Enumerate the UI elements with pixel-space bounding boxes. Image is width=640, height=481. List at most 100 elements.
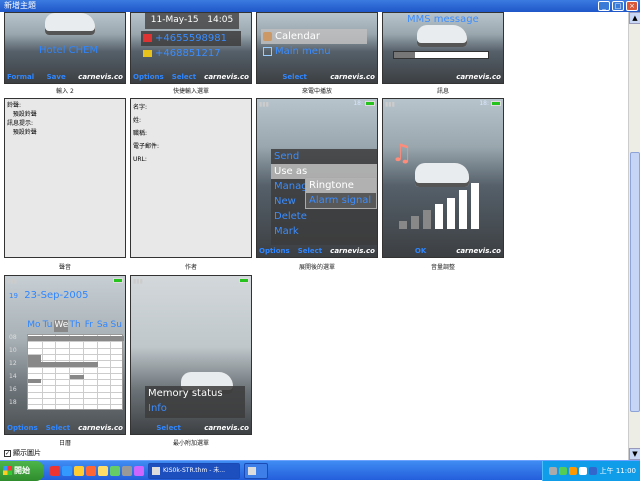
calendar-icon bbox=[263, 32, 272, 41]
window-icon bbox=[248, 467, 256, 475]
status-bar: ▮▮▮ bbox=[5, 276, 125, 286]
calendar-event[interactable] bbox=[28, 362, 98, 367]
vertical-scrollbar[interactable]: ▲ ▼ bbox=[628, 12, 640, 460]
envelope-icon bbox=[143, 50, 152, 57]
preview-tile-incoming-call[interactable]: Calendar Main menu Select carnevis.co bbox=[256, 12, 378, 84]
calendar-event[interactable] bbox=[70, 375, 84, 379]
phone-entry: +468851217 bbox=[141, 46, 241, 61]
app-icon[interactable] bbox=[122, 466, 132, 476]
menu-item[interactable]: Delete bbox=[271, 209, 377, 224]
week-grid[interactable] bbox=[27, 334, 124, 410]
close-button[interactable]: × bbox=[626, 1, 638, 11]
app-icon[interactable] bbox=[134, 466, 144, 476]
scroll-down-arrow-icon[interactable]: ▼ bbox=[629, 448, 640, 460]
task-label: KIS0k-STR.thm - 未... bbox=[163, 467, 226, 474]
tile-caption: 最小附加選單 bbox=[172, 440, 209, 447]
preview-tile-volume[interactable]: ▮▮▮ 18: ♫ OK carnevis.co bbox=[382, 98, 504, 258]
minimize-button[interactable]: _ bbox=[598, 1, 610, 11]
tray-icon[interactable] bbox=[589, 467, 597, 475]
tray-icon[interactable] bbox=[549, 467, 557, 475]
menu-item[interactable]: Info bbox=[145, 401, 245, 416]
quicklaunch-icon[interactable] bbox=[50, 466, 60, 476]
tray-icon[interactable] bbox=[569, 467, 577, 475]
hour-label: 08 bbox=[9, 334, 17, 341]
sound-settings-panel: 鈴聲: 預設鈴聲 訊息提示: 預設鈴聲 bbox=[4, 98, 126, 258]
tile-caption: 快捷輸入選單 bbox=[172, 88, 209, 95]
scroll-up-arrow-icon[interactable]: ▲ bbox=[629, 12, 640, 24]
calendar-event[interactable] bbox=[28, 379, 41, 383]
weekday-label: We bbox=[54, 320, 69, 332]
grid-icon bbox=[263, 47, 272, 56]
status-time: 18: bbox=[353, 100, 363, 107]
softkeys: Options Select carnevis.co bbox=[131, 71, 251, 83]
menu-item[interactable]: Mark bbox=[271, 224, 377, 239]
taskbar-window-button[interactable] bbox=[244, 463, 268, 479]
taskbar: 開始 KIS0k-STR.thm - 未... 上午 11:00 bbox=[0, 460, 640, 481]
tile-caption: 展開後的選單 bbox=[298, 264, 335, 271]
preview-tile-input2[interactable]: Hotel CHEM Formal Save carnevis.co bbox=[4, 12, 126, 84]
brand-label: carnevis.co bbox=[456, 73, 501, 81]
volume-meter bbox=[399, 179, 489, 229]
start-label: 開始 bbox=[14, 466, 30, 475]
softkeys: Options Select carnevis.co bbox=[257, 245, 377, 257]
tile-caption: 聲音 bbox=[58, 264, 71, 271]
hour-label: 10 bbox=[9, 347, 17, 354]
volume-bar bbox=[435, 204, 443, 229]
theme-preview-area: Hotel CHEM Formal Save carnevis.co 輸入 2 … bbox=[0, 12, 628, 460]
volume-bar bbox=[411, 216, 419, 229]
calendar-header: 19 23-Sep-2005 bbox=[9, 290, 89, 301]
preview-tile-min-menu[interactable]: ▮▮▮ Memory status Info Select carnevis.c… bbox=[130, 275, 252, 435]
date-time-bar: 11-May-15 14:05 bbox=[145, 13, 239, 29]
submenu-item[interactable]: Ringtone bbox=[306, 178, 376, 193]
maximize-button[interactable]: □ bbox=[612, 1, 624, 11]
brand-label: carnevis.co bbox=[330, 247, 375, 255]
tile-caption: 音量調整 bbox=[430, 264, 455, 271]
preview-tile-shortcut-menu[interactable]: 11-May-15 14:05 +4655598981 +468851217 O… bbox=[130, 12, 252, 84]
app-icon[interactable] bbox=[110, 466, 120, 476]
preview-tile-message[interactable]: MMS message carnevis.co bbox=[382, 12, 504, 84]
phone-number: +4655598981 bbox=[155, 33, 228, 44]
checkbox-label: 顯示圖片 bbox=[13, 449, 41, 457]
signal-icon: ▮▮▮ bbox=[7, 278, 17, 285]
media-icon[interactable] bbox=[86, 466, 96, 476]
show-images-checkbox[interactable]: ✓ bbox=[4, 449, 11, 457]
mms-label: MMS message bbox=[407, 14, 479, 25]
menu-item[interactable]: Send bbox=[271, 149, 377, 164]
tile-caption: 來電中播放 bbox=[301, 88, 332, 95]
panel-line: URL: bbox=[133, 156, 147, 163]
window-title-bar: 新增主題 _ □ × bbox=[0, 0, 640, 12]
calendar-event[interactable] bbox=[28, 355, 41, 362]
menu-item-label: Main menu bbox=[275, 46, 331, 57]
calendar-date: 23-Sep-2005 bbox=[24, 290, 89, 301]
show-images-checkbox-row[interactable]: ✓ 顯示圖片 bbox=[4, 448, 41, 458]
preview-tile-expanded-menu[interactable]: ▮▮▮ 18: Send Use as Manage New Delete Ma… bbox=[256, 98, 378, 258]
softkeys: Select carnevis.co bbox=[131, 422, 251, 434]
tile-caption: 輸入 2 bbox=[56, 88, 74, 95]
softkeys: Options Select carnevis.co bbox=[5, 422, 125, 434]
status-bar: ▮▮▮ 18: bbox=[383, 99, 503, 109]
calendar-event[interactable] bbox=[28, 336, 124, 341]
call-icon bbox=[143, 34, 152, 42]
menu-item-calendar: Calendar bbox=[261, 29, 367, 44]
submenu: Ringtone Alarm signal bbox=[305, 177, 377, 209]
phone-entry: +4655598981 bbox=[141, 31, 241, 46]
signal-icon: ▮▮▮ bbox=[133, 278, 143, 285]
folder-icon[interactable] bbox=[74, 466, 84, 476]
menu-item[interactable]: Memory status bbox=[145, 386, 245, 401]
weekday-label: Sa bbox=[96, 320, 109, 330]
system-tray: 上午 11:00 bbox=[542, 461, 640, 481]
preview-tile-calendar[interactable]: ▮▮▮ 19 23-Sep-2005 Mo Tu We Th Fr Sa Su 08 10 12… bbox=[4, 275, 126, 435]
messenger-icon[interactable] bbox=[98, 466, 108, 476]
scrollbar-thumb[interactable] bbox=[630, 152, 640, 412]
left-softkey: Options bbox=[259, 247, 290, 255]
ie-icon[interactable] bbox=[62, 466, 72, 476]
panel-line: 鈴聲: bbox=[7, 102, 22, 109]
middle-softkey: Save bbox=[46, 73, 66, 81]
windows-logo-icon bbox=[3, 466, 12, 475]
tray-icon[interactable] bbox=[559, 467, 567, 475]
middle-softkey: Select bbox=[45, 424, 71, 432]
taskbar-window-button[interactable]: KIS0k-STR.thm - 未... bbox=[148, 463, 240, 479]
tray-icon[interactable] bbox=[579, 467, 587, 475]
start-button[interactable]: 開始 bbox=[0, 461, 44, 481]
submenu-item[interactable]: Alarm signal bbox=[306, 193, 376, 208]
